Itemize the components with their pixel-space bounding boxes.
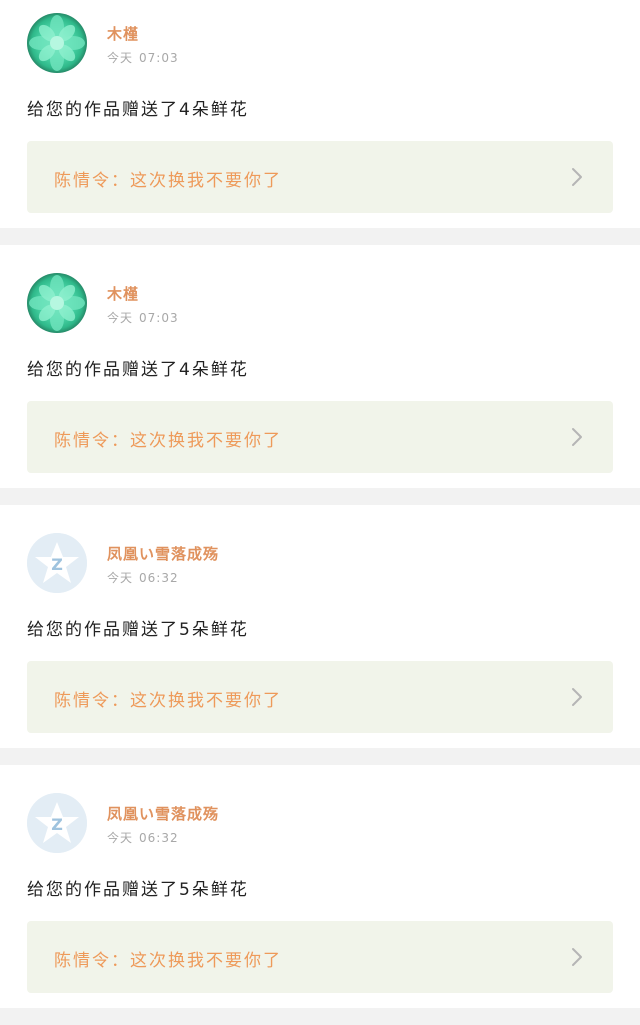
work-separator: ：: [111, 691, 130, 711]
timestamp: 今天 07:03: [107, 49, 179, 66]
work-link[interactable]: 陈情令：这次换我不要你了: [27, 401, 613, 473]
work-separator: ：: [111, 431, 130, 451]
avatar[interactable]: [27, 273, 87, 333]
work-name: 这次换我不要你了: [130, 431, 282, 451]
chevron-right-icon: [572, 428, 582, 446]
work-link[interactable]: 陈情令：这次换我不要你了: [27, 141, 613, 213]
work-link[interactable]: 陈情令：这次换我不要你了: [27, 661, 613, 733]
username[interactable]: 木槿: [107, 23, 139, 44]
notification-message: 给您的作品赠送了5朵鲜花: [27, 880, 249, 900]
work-link[interactable]: 陈情令：这次换我不要你了: [27, 921, 613, 993]
qq-default-avatar-icon: Z: [27, 533, 87, 593]
timestamp-time: 07:03: [139, 311, 179, 325]
timestamp: 今天 06:32: [107, 829, 179, 846]
timestamp: 今天 07:03: [107, 309, 179, 326]
timestamp-time: 07:03: [139, 51, 179, 65]
work-name: 这次换我不要你了: [130, 171, 282, 191]
svg-text:Z: Z: [51, 815, 63, 834]
avatar[interactable]: Z: [27, 533, 87, 593]
timestamp: 今天 06:32: [107, 569, 179, 586]
avatar[interactable]: Z: [27, 793, 87, 853]
timestamp-time: 06:32: [139, 831, 179, 845]
work-separator: ：: [111, 171, 130, 191]
chevron-right-icon: [572, 688, 582, 706]
notification-card: Z 凤凰い雪落成殇 今天 06:32 给您的作品赠送了5朵鲜花 陈情令：这次换我不…: [0, 505, 640, 748]
notification-card: 木槿 今天 07:03 给您的作品赠送了4朵鲜花 陈情令：这次换我不要你了: [0, 0, 640, 228]
work-label: 陈情令: [54, 691, 111, 711]
chevron-right-icon: [572, 948, 582, 966]
succulent-avatar-icon: [29, 275, 85, 331]
work-title: 陈情令：这次换我不要你了: [54, 426, 282, 451]
svg-text:Z: Z: [51, 555, 63, 574]
notification-message: 给您的作品赠送了4朵鲜花: [27, 360, 249, 380]
notification-card: 木槿 今天 07:03 给您的作品赠送了4朵鲜花 陈情令：这次换我不要你了: [0, 245, 640, 488]
work-separator: ：: [111, 951, 130, 971]
work-title: 陈情令：这次换我不要你了: [54, 166, 282, 191]
timestamp-day: 今天: [107, 831, 134, 845]
username[interactable]: 木槿: [107, 283, 139, 304]
notification-message: 给您的作品赠送了5朵鲜花: [27, 620, 249, 640]
work-name: 这次换我不要你了: [130, 691, 282, 711]
work-label: 陈情令: [54, 431, 111, 451]
chevron-right-icon: [572, 168, 582, 186]
timestamp-time: 06:32: [139, 571, 179, 585]
notification-card: Z 凤凰い雪落成殇 今天 06:32 给您的作品赠送了5朵鲜花 陈情令：这次换我不…: [0, 765, 640, 1008]
work-label: 陈情令: [54, 171, 111, 191]
work-label: 陈情令: [54, 951, 111, 971]
work-name: 这次换我不要你了: [130, 951, 282, 971]
timestamp-day: 今天: [107, 571, 134, 585]
work-title: 陈情令：这次换我不要你了: [54, 686, 282, 711]
timestamp-day: 今天: [107, 51, 134, 65]
qq-default-avatar-icon: Z: [27, 793, 87, 853]
notification-feed: 木槿 今天 07:03 给您的作品赠送了4朵鲜花 陈情令：这次换我不要你了 木槿…: [0, 0, 640, 1025]
avatar[interactable]: [27, 13, 87, 73]
timestamp-day: 今天: [107, 311, 134, 325]
notification-message: 给您的作品赠送了4朵鲜花: [27, 100, 249, 120]
username[interactable]: 凤凰い雪落成殇: [107, 543, 219, 564]
username[interactable]: 凤凰い雪落成殇: [107, 803, 219, 824]
succulent-avatar-icon: [29, 15, 85, 71]
